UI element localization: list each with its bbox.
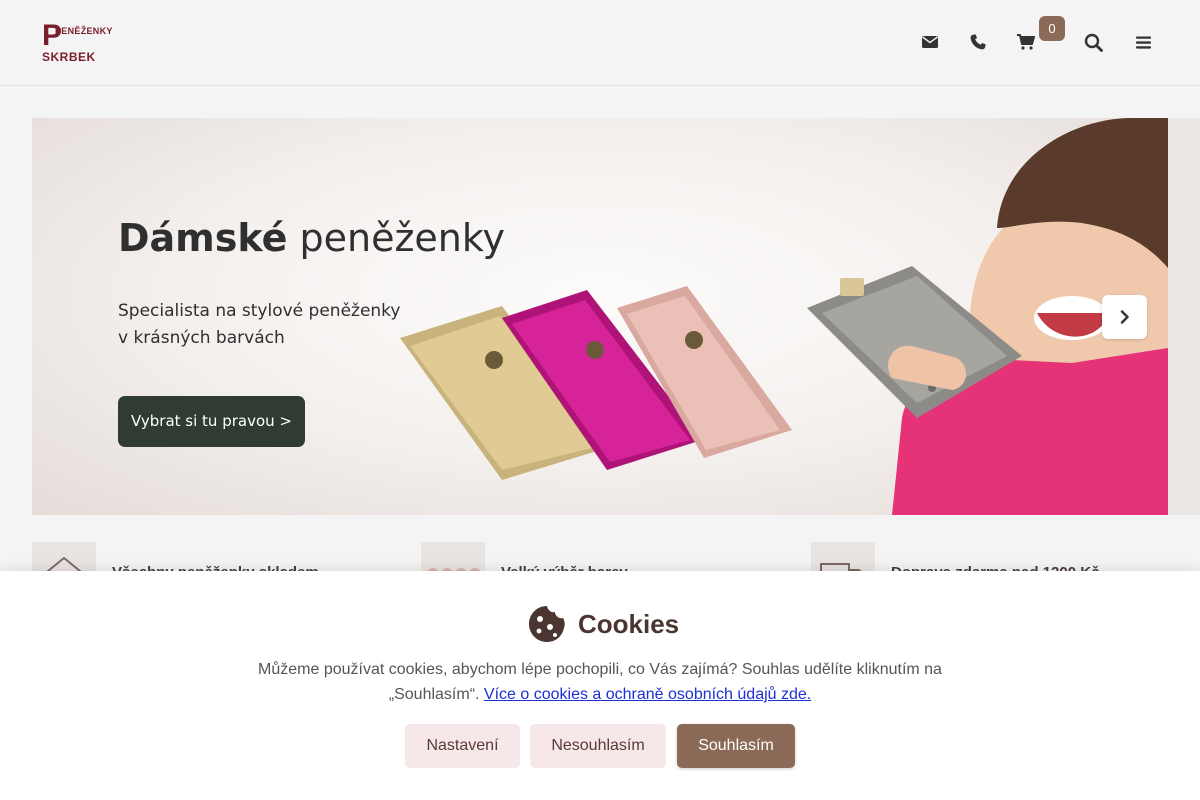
phone-icon[interactable] xyxy=(964,28,992,56)
site-header: P PENĚŽENKY SKRBEK 0 xyxy=(0,0,1200,86)
menu-icon[interactable] xyxy=(1129,28,1157,56)
banner-subtitle: Specialista na stylové peněženky v krásn… xyxy=(118,301,401,348)
banner-cta-button[interactable]: Vybrat si tu pravou > xyxy=(118,396,305,447)
cookie-title: Cookies xyxy=(528,604,679,644)
cart-count-badge: 0 xyxy=(1039,16,1065,41)
cookie-reject-button[interactable]: Nesouhlasím xyxy=(530,724,666,768)
hero-banner[interactable]: Dámské peněženky Specialista na stylové … xyxy=(32,118,1168,515)
banner-title: Dámské peněženky xyxy=(118,216,506,260)
cookie-icon xyxy=(529,606,565,642)
logo-bottom-text: SKRBEK xyxy=(42,50,96,64)
cookie-policy-link[interactable]: Více o cookies a ochraně osobních údajů … xyxy=(484,686,811,703)
cookie-text: Můžeme používat cookies, abychom lépe po… xyxy=(258,661,942,703)
next-slide-peek xyxy=(1168,118,1200,515)
cookie-settings-button[interactable]: Nastavení xyxy=(405,724,520,768)
envelope-icon[interactable] xyxy=(916,28,944,56)
search-icon[interactable] xyxy=(1079,28,1107,56)
site-logo[interactable]: P PENĚŽENKY SKRBEK xyxy=(42,21,112,65)
cookie-accept-button[interactable]: Souhlasím xyxy=(677,724,795,768)
logo-top-text: PENĚŽENKY xyxy=(55,26,113,36)
cookie-consent-bar: Cookies Můžeme používat cookies, abychom… xyxy=(0,571,1200,800)
cart-icon[interactable] xyxy=(1012,28,1040,56)
chevron-right-icon xyxy=(1120,310,1129,324)
slider-next-button[interactable] xyxy=(1102,295,1147,339)
